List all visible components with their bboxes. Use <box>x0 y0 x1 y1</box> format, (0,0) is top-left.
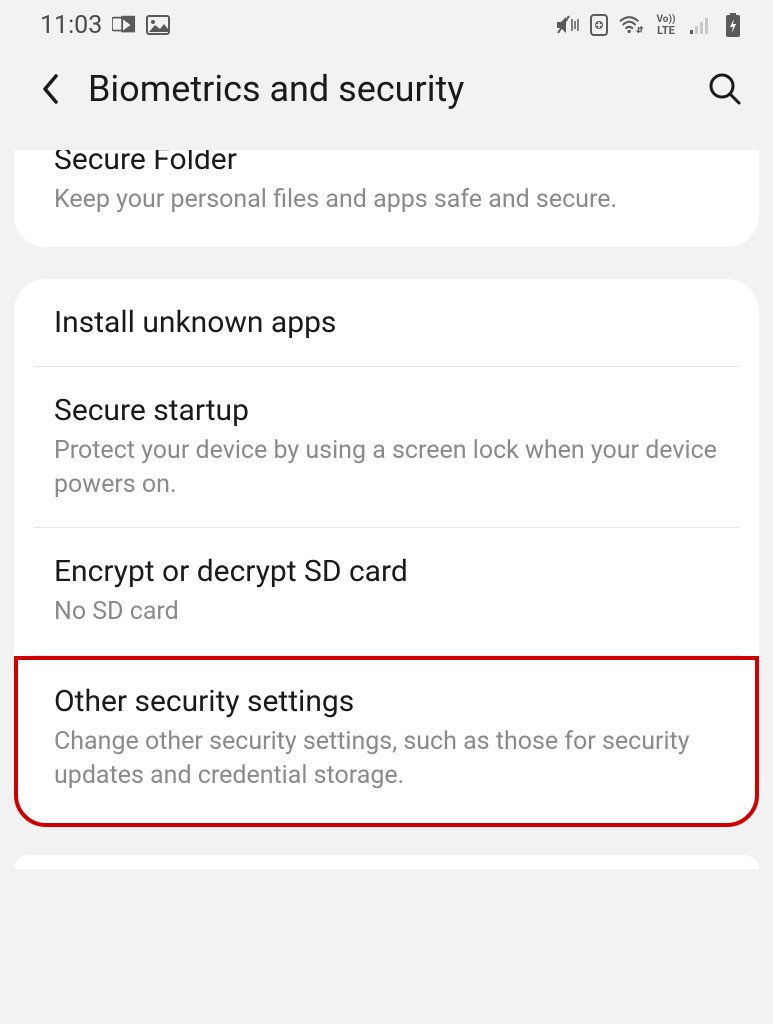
setting-title: Encrypt or decrypt SD card <box>54 554 719 589</box>
gallery-icon <box>146 14 170 36</box>
chevron-left-icon <box>40 72 60 106</box>
setting-title: Other security settings <box>54 684 719 719</box>
next-card-peek <box>14 855 759 869</box>
setting-title: Secure Folder <box>54 150 719 177</box>
setting-item-secure-folder[interactable]: Secure Folder Keep your personal files a… <box>14 150 759 247</box>
setting-desc: No SD card <box>54 595 719 629</box>
mute-vibrate-icon <box>555 14 579 36</box>
status-time: 11:03 <box>40 11 102 40</box>
settings-card: Install unknown apps Secure startup Prot… <box>14 279 759 656</box>
status-left: 11:03 <box>40 11 170 40</box>
page-title: Biometrics and security <box>88 68 685 110</box>
setting-desc: Change other security settings, such as … <box>54 725 719 793</box>
setting-title: Install unknown apps <box>54 305 719 340</box>
data-saver-icon <box>587 14 611 36</box>
wifi-icon <box>619 14 643 36</box>
battery-charging-icon <box>721 14 745 36</box>
setting-item-secure-startup[interactable]: Secure startup Protect your device by us… <box>14 367 759 528</box>
setting-item-install-unknown-apps[interactable]: Install unknown apps <box>14 279 759 366</box>
setting-title: Secure startup <box>54 393 719 428</box>
back-button[interactable] <box>32 71 68 107</box>
search-icon <box>708 72 742 106</box>
outlook-icon <box>112 14 136 36</box>
app-header: Biometrics and security <box>0 48 773 150</box>
volte-icon: Vo))LTE <box>651 14 681 36</box>
highlighted-setting: Other security settings Change other sec… <box>14 656 759 827</box>
setting-desc: Keep your personal files and apps safe a… <box>54 183 719 217</box>
search-button[interactable] <box>705 69 745 109</box>
status-bar: 11:03 Vo))LTE <box>0 0 773 48</box>
setting-item-other-security[interactable]: Other security settings Change other sec… <box>18 660 755 823</box>
signal-icon <box>689 14 713 36</box>
status-right: Vo))LTE <box>555 14 745 36</box>
setting-desc: Protect your device by using a screen lo… <box>54 434 719 502</box>
setting-item-encrypt-sd-card[interactable]: Encrypt or decrypt SD card No SD card <box>14 528 759 655</box>
